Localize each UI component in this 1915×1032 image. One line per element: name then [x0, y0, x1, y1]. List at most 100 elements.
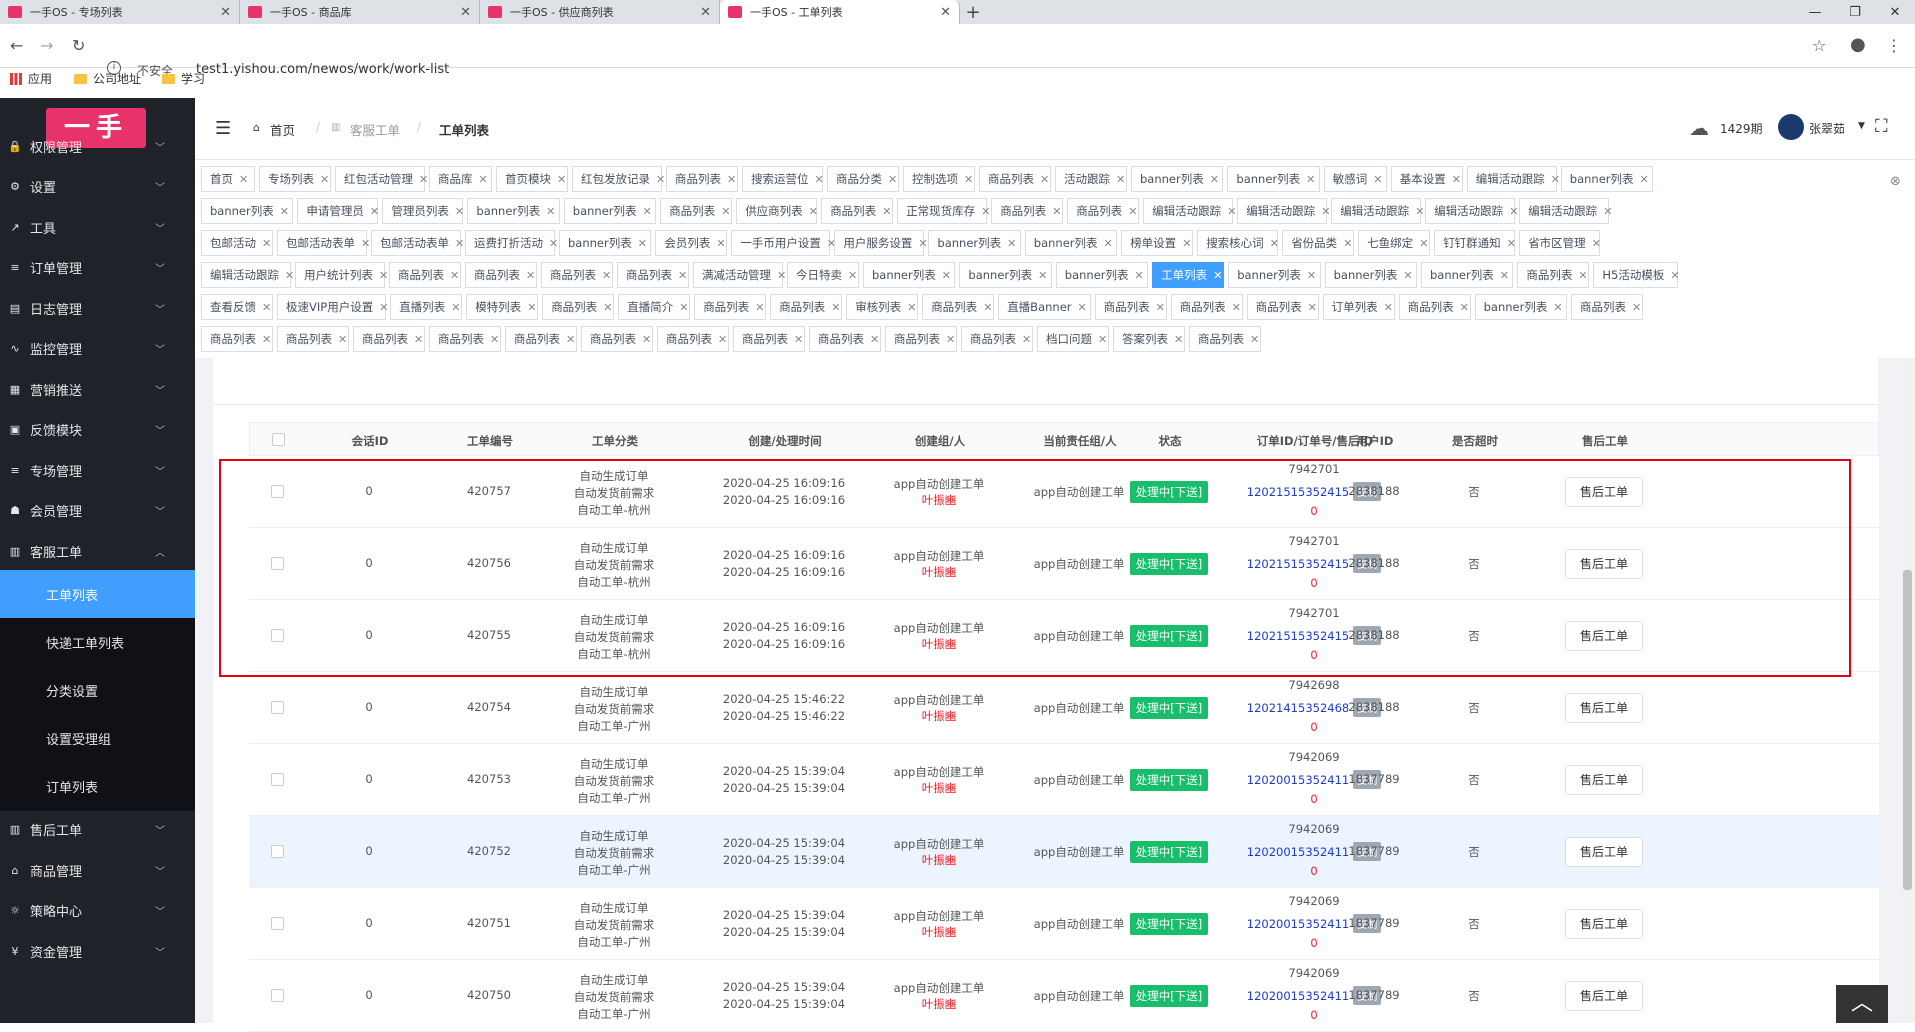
tag-item[interactable]: banner列表 ✕ — [1227, 166, 1320, 192]
tag-item[interactable]: 首页 ✕ — [201, 166, 255, 192]
tag-item[interactable]: 模特列表 ✕ — [466, 294, 539, 320]
close-tag-icon[interactable]: ✕ — [566, 333, 575, 346]
tag-item[interactable]: 商品列表 ✕ — [657, 326, 729, 352]
close-tag-icon[interactable]: ✕ — [479, 173, 488, 186]
close-tag-icon[interactable]: ✕ — [1078, 301, 1087, 314]
close-tag-icon[interactable]: ✕ — [285, 269, 294, 282]
close-tab-icon[interactable]: ✕ — [700, 5, 711, 20]
table-row[interactable]: 0 420751 自动生成订单 自动发货前需求 自动工单-广州 2020-04-25 15… — [249, 888, 1879, 960]
breadcrumb-home[interactable]: 首页 — [270, 120, 295, 139]
close-tag-icon[interactable]: ✕ — [1227, 205, 1236, 218]
tag-item[interactable]: 商品列表 ✕ — [666, 166, 738, 192]
close-tag-icon[interactable]: ✕ — [557, 173, 566, 186]
close-tag-icon[interactable]: ✕ — [526, 269, 535, 282]
close-tag-icon[interactable]: ✕ — [809, 205, 818, 218]
minimize-icon[interactable]: — — [1795, 0, 1835, 24]
tag-item[interactable]: 会员列表 ✕ — [655, 230, 728, 256]
close-tag-icon[interactable]: ✕ — [419, 173, 428, 186]
tag-item[interactable]: 商品库 ✕ — [429, 166, 492, 192]
tag-item[interactable]: 商品列表 ✕ — [821, 198, 894, 224]
close-tag-icon[interactable]: ✕ — [1460, 301, 1469, 314]
close-tag-icon[interactable]: ✕ — [280, 205, 289, 218]
close-tag-icon[interactable]: ✕ — [549, 237, 558, 250]
column-header[interactable]: 会话ID — [320, 433, 420, 449]
tag-item[interactable]: 运费打折活动 ✕ — [465, 230, 558, 256]
browser-tab[interactable]: 一手OS - 工单列表 ✕ — [720, 0, 960, 24]
tag-item[interactable]: banner列表 ✕ — [1324, 262, 1417, 288]
column-header[interactable]: 状态 — [1125, 433, 1215, 449]
tag-item[interactable]: 答案列表 ✕ — [1113, 326, 1185, 352]
close-tag-icon[interactable]: ✕ — [1321, 205, 1330, 218]
tag-item[interactable]: 极速VIP用户设置 ✕ — [277, 294, 388, 320]
tag-item[interactable]: 商品列表 ✕ — [991, 198, 1064, 224]
tag-item[interactable]: 商品列表 ✕ — [694, 294, 767, 320]
tag-item[interactable]: 商品列表 ✕ — [961, 326, 1033, 352]
tag-item[interactable]: 七鱼绑定 ✕ — [1358, 230, 1431, 256]
tag-item[interactable]: 搜索运营位 ✕ — [742, 166, 824, 192]
close-tag-icon[interactable]: ✕ — [718, 333, 727, 346]
row-checkbox[interactable] — [271, 485, 284, 498]
tag-item[interactable]: 管理员列表 ✕ — [382, 198, 464, 224]
close-tag-icon[interactable]: ✕ — [1308, 301, 1317, 314]
table-row[interactable]: 0 420754 自动生成订单 自动发货前需求 自动工单-广州 2020-04-25 15… — [249, 672, 1879, 744]
after-sale-ticket-button[interactable]: 售后工单 — [1565, 909, 1643, 939]
row-checkbox[interactable] — [271, 629, 284, 642]
after-sale-ticket-button[interactable]: 售后工单 — [1565, 981, 1643, 1011]
close-tag-icon[interactable]: ✕ — [918, 237, 927, 250]
hamburger-icon[interactable]: ☰ — [215, 118, 231, 139]
tag-item[interactable]: 商品列表 ✕ — [885, 326, 957, 352]
bookmark-apps[interactable]: 应用 — [10, 70, 52, 87]
cloud-download-icon[interactable]: ☁ — [1689, 116, 1709, 140]
close-tag-icon[interactable]: ✕ — [981, 205, 990, 218]
close-tag-icon[interactable]: ✕ — [1052, 205, 1061, 218]
tag-item[interactable]: 商品列表 ✕ — [1246, 294, 1319, 320]
close-tag-icon[interactable]: ✕ — [1578, 269, 1587, 282]
tag-item[interactable]: banner列表 ✕ — [1560, 166, 1654, 192]
close-tag-icon[interactable]: ✕ — [1670, 269, 1679, 282]
back-to-top-button[interactable]: ︿ — [1836, 985, 1888, 1023]
tag-item[interactable]: 编辑活动跟踪 ✕ — [1466, 166, 1560, 192]
tag-item[interactable]: 档口问题 ✕ — [1037, 326, 1109, 352]
tag-item[interactable]: 商品列表 ✕ — [541, 262, 613, 288]
tag-item[interactable]: banner列表 ✕ — [201, 198, 294, 224]
close-tag-icon[interactable]: ✕ — [1500, 269, 1509, 282]
close-tag-icon[interactable]: ✕ — [262, 301, 271, 314]
column-header[interactable]: 创建组/人 — [875, 433, 1005, 449]
close-tag-icon[interactable]: ✕ — [777, 269, 786, 282]
tag-item[interactable]: 搜索核心词 ✕ — [1197, 230, 1279, 256]
tag-item[interactable]: 商品列表 ✕ — [429, 326, 501, 352]
row-checkbox[interactable] — [271, 773, 284, 786]
close-tag-icon[interactable]: ✕ — [1343, 237, 1352, 250]
close-tag-icon[interactable]: ✕ — [414, 333, 423, 346]
browser-tab[interactable]: 一手OS - 商品库 ✕ — [240, 0, 480, 24]
close-tag-icon[interactable]: ✕ — [320, 173, 329, 186]
sidebar-menu-item[interactable]: ☼ 策略中心 ﹀ — [0, 891, 195, 931]
close-tag-icon[interactable]: ✕ — [1022, 333, 1031, 346]
close-tag-icon[interactable]: ✕ — [1384, 301, 1393, 314]
tag-item[interactable]: banner列表 ✕ — [1421, 262, 1514, 288]
close-tag-icon[interactable]: ✕ — [455, 205, 464, 218]
caret-down-icon[interactable]: ▼ — [1858, 121, 1865, 131]
close-tag-icon[interactable]: ✕ — [1232, 301, 1241, 314]
tag-item[interactable]: 直播Banner ✕ — [998, 294, 1091, 320]
close-tag-icon[interactable]: ✕ — [848, 269, 857, 282]
tag-item[interactable]: banner列表 ✕ — [563, 198, 657, 224]
close-tag-icon[interactable]: ✕ — [361, 237, 370, 250]
tag-item[interactable]: 满减活动管理 ✕ — [693, 262, 786, 288]
row-checkbox[interactable] — [271, 917, 284, 930]
after-sale-ticket-button[interactable]: 售后工单 — [1565, 693, 1643, 723]
tag-item[interactable]: 用户服务设置 ✕ — [834, 230, 928, 256]
tag-item[interactable]: 工单列表 ✕ — [1152, 262, 1225, 288]
tag-item[interactable]: 申请管理员 ✕ — [297, 198, 379, 224]
sidebar-menu-item[interactable]: ⚙ 设置 ﹀ — [0, 167, 195, 207]
tag-item[interactable]: 正常现货库存 ✕ — [897, 198, 990, 224]
tag-item[interactable]: 编辑活动跟踪 ✕ — [1331, 198, 1424, 224]
tag-item[interactable]: 商品列表 ✕ — [1170, 294, 1243, 320]
avatar[interactable] — [1778, 114, 1804, 140]
close-window-icon[interactable]: ✕ — [1875, 0, 1915, 24]
close-tag-icon[interactable]: ✕ — [721, 205, 730, 218]
close-tag-icon[interactable]: ✕ — [870, 333, 879, 346]
sidebar-menu-item[interactable]: ≡ 订单管理 ﹀ — [0, 248, 195, 288]
tag-item[interactable]: banner列表 ✕ — [1228, 262, 1321, 288]
close-tag-icon[interactable]: ✕ — [983, 301, 992, 314]
